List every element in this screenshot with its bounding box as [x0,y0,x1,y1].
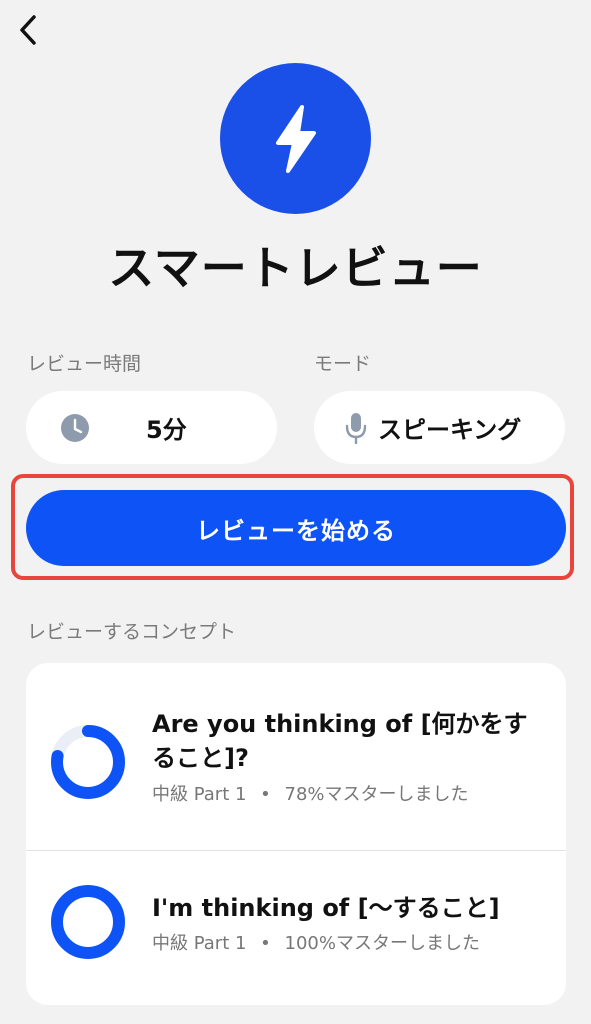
concept-level: 中級 Part 1 [152,784,247,805]
mastery-ring [51,885,125,959]
clock-icon [61,413,89,442]
mode-value: スピーキング [378,416,522,444]
separator-dot: • [260,784,271,805]
concept-mastery: 100%マスターしました [284,933,480,954]
concepts-section-label: レビューするコンセプト [27,621,237,643]
concept-item[interactable]: I'm thinking of [〜すること] 中級 Part 1 • 100%… [26,851,566,1005]
chevron-left-icon [20,15,36,45]
start-review-button[interactable]: レビューを始める [26,490,566,566]
mastery-ring [51,725,125,799]
concept-level: 中級 Part 1 [152,933,247,954]
page-title: スマートレビュー [108,241,483,295]
separator-dot: • [260,933,271,954]
mode-label: モード [314,353,372,375]
concept-item[interactable]: Are you thinking of [何かをすること]? 中級 Part 1… [26,663,566,850]
microphone-icon [345,412,367,444]
lightning-bolt-icon [275,104,316,173]
review-time-value: 5分 [146,416,187,444]
concept-title: Are you thinking of [何かをすること]? [152,710,528,772]
review-time-label: レビュー時間 [27,353,142,375]
concept-subtitle: 中級 Part 1 • 78%マスターしました [152,783,469,807]
review-time-selector[interactable]: 5分 [26,391,277,464]
concept-subtitle: 中級 Part 1 • 100%マスターしました [152,932,480,956]
concept-title: I'm thinking of [〜すること] [152,894,500,922]
mode-selector[interactable]: スピーキング [314,391,565,464]
concept-mastery: 78%マスターしました [284,784,469,805]
back-button[interactable] [8,8,48,52]
smart-review-hero-icon [220,63,371,214]
concepts-card: Are you thinking of [何かをすること]? 中級 Part 1… [26,663,566,1005]
